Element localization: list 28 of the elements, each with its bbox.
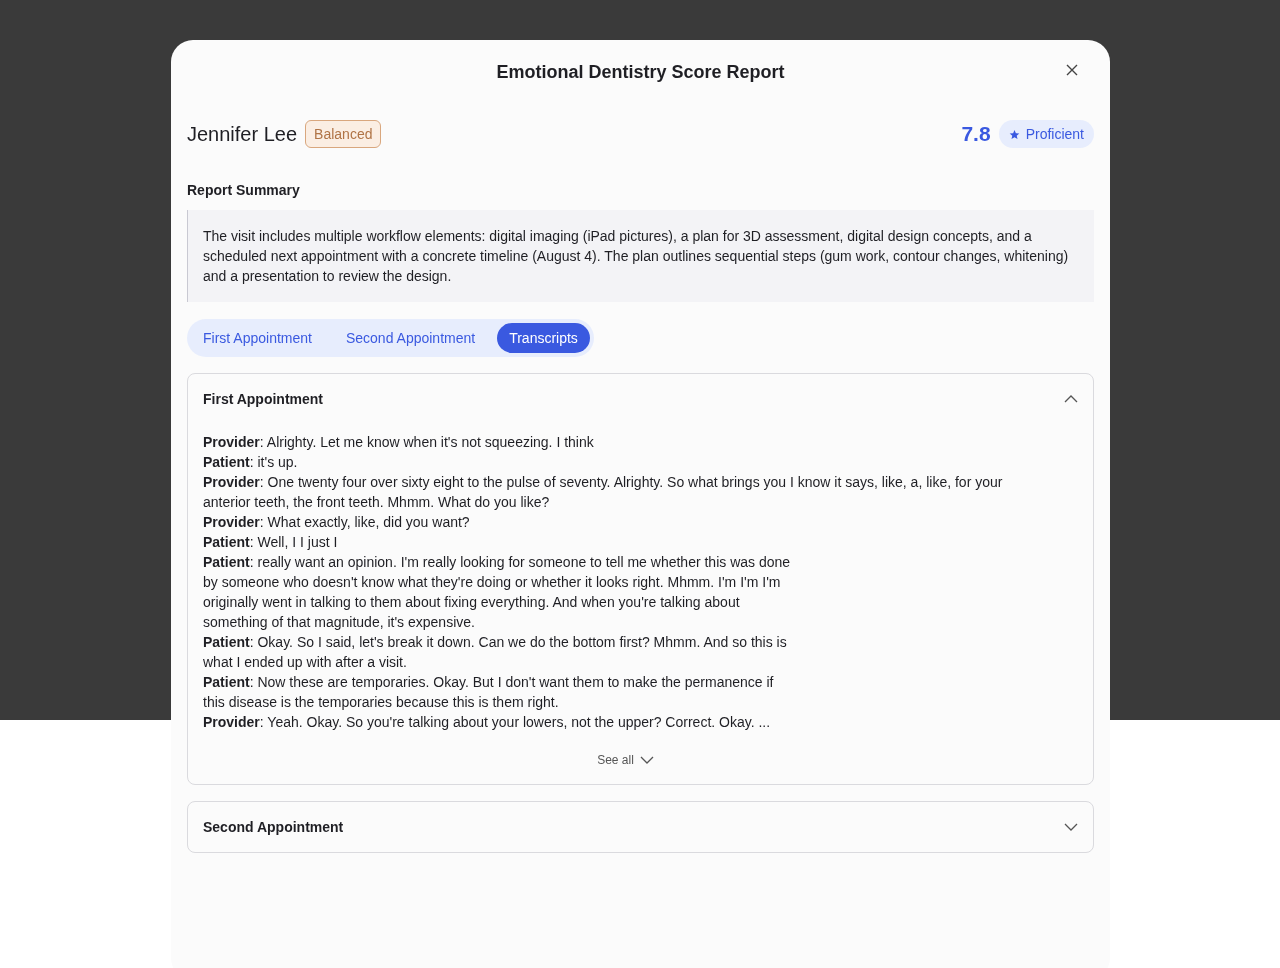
summary-text: The visit includes multiple workflow elements: digital imaging (iPad pictures), a plan for 3D assessment, digital design concepts, and a scheduled next appointment with a concrete timeline (August 4). The plan outlines sequential steps (gum work, contour changes, whitening) and a presentation to review the design.	[187, 210, 1094, 302]
transcript-line: Provider: What exactly, like, did you want?	[203, 513, 471, 532]
close-icon	[1066, 64, 1078, 76]
tab[interactable]: Transcripts	[497, 323, 590, 353]
transcript-line: Provider: One twenty four over sixty eight to the pulse of seventy. Alrighty. So what brings you I know it says, like, a, like, for your anterior teeth, the front teeth. Mhmm. What do you like?	[203, 473, 1004, 512]
transcript-line: Provider: Alrighty. Let me know when it's not squeezing. I think	[203, 433, 595, 452]
accordion-header[interactable]: First Appointment	[188, 374, 1093, 424]
chevron-down-icon	[639, 756, 654, 764]
close-button[interactable]	[1064, 62, 1080, 78]
level-label: Proficient	[1025, 126, 1084, 142]
see-all-button[interactable]: See all	[591, 752, 660, 768]
chevron-up-icon	[1064, 395, 1078, 403]
accordion-header[interactable]: Second Appointment	[188, 802, 1093, 852]
transcript-line: Patient: Well, I I just I	[203, 533, 339, 552]
chevron-down-icon	[1064, 823, 1078, 831]
patient-name: Jennifer Lee	[187, 122, 298, 146]
transcript-line: Patient: Now these are temporaries. Okay. But I don't want them to make the permanence if this disease is the temporaries because this is them right.	[203, 673, 775, 712]
star-icon	[1008, 128, 1020, 140]
transcript-line: Provider: Yeah. Okay. So you're talking about your lowers, not the upper? Correct. Okay. ...	[203, 713, 772, 732]
dialog-title: Emotional Dentistry Score Report	[496, 61, 785, 83]
summary-heading: Report Summary	[187, 182, 301, 198]
tab[interactable]: Second Appointment	[333, 323, 488, 353]
personality-tag: Balanced	[305, 120, 382, 148]
transcript-line: Patient: really want an opinion. I'm really looking for someone to tell me whether this was done by someone who doesn't know what they're doing or whether it looks right. Mhmm. I'm I'm I'm originally went in talking to them about fixing everything. And when you're talking about something of that magnitude, it's expensive.	[203, 553, 792, 632]
tab[interactable]: First Appointment	[191, 323, 324, 353]
transcript-line: Patient: Okay. So I said, let's break it down. Can we do the bottom first? Mhmm. And so this is what I ended up with after a visit.	[203, 633, 788, 672]
score-value: 7.8	[961, 122, 991, 146]
transcript-line: Patient: it's up.	[203, 453, 299, 472]
